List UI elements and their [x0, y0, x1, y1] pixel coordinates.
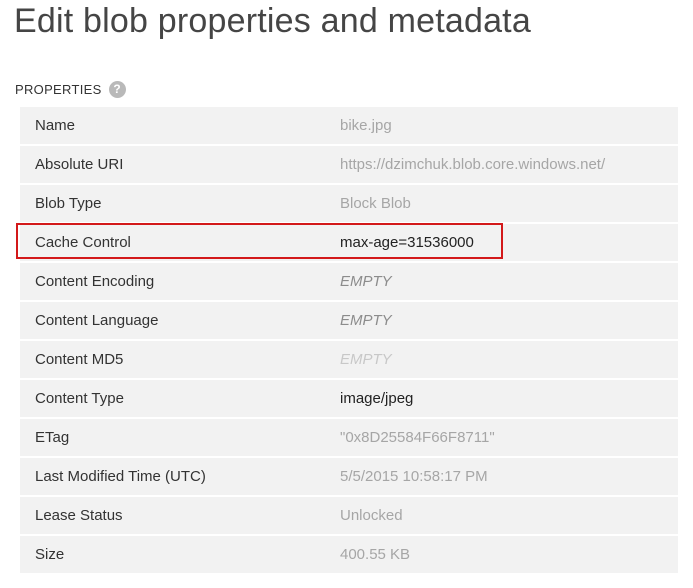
property-label: Lease Status — [35, 507, 123, 524]
properties-section-label: PROPERTIES — [15, 81, 102, 97]
property-label: Absolute URI — [35, 156, 124, 173]
edit-blob-page: Edit blob properties and metadata PROPER… — [0, 0, 693, 588]
properties-section-header: PROPERTIES ? — [15, 79, 126, 99]
property-label: Content Language — [35, 312, 159, 329]
property-row-last-modified: Last Modified Time (UTC) 5/5/2015 10:58:… — [20, 458, 678, 495]
property-label: Size — [35, 546, 65, 563]
property-row-content-type[interactable]: Content Type image/jpeg — [20, 380, 678, 417]
property-row-content-md5: Content MD5 EMPTY — [20, 341, 678, 378]
property-value: bike.jpg — [340, 117, 392, 134]
property-label: Last Modified Time (UTC) — [35, 468, 206, 485]
property-label: Blob Type — [35, 195, 102, 212]
property-row-lease-status: Lease Status Unlocked — [20, 497, 678, 534]
property-label: Content MD5 — [35, 351, 124, 368]
content-language-field[interactable]: EMPTY — [340, 312, 630, 329]
property-value: 5/5/2015 10:58:17 PM — [340, 468, 488, 485]
property-row-content-language[interactable]: Content Language EMPTY — [20, 302, 678, 339]
properties-table: Name bike.jpg Absolute URI https://dzimc… — [20, 107, 678, 575]
cache-control-field[interactable]: max-age=31536000 — [340, 234, 630, 251]
property-label: Cache Control — [35, 234, 131, 251]
question-mark-icon[interactable]: ? — [108, 80, 126, 98]
content-md5-field: EMPTY — [340, 351, 392, 368]
property-value: https://dzimchuk.blob.core.windows.net/ — [340, 156, 606, 173]
property-row-absolute-uri: Absolute URI https://dzimchuk.blob.core.… — [20, 146, 678, 183]
property-value: 400.55 KB — [340, 546, 411, 563]
property-label: Name — [35, 117, 76, 134]
property-row-blob-type: Blob Type Block Blob — [20, 185, 678, 222]
property-value: "0x8D25584F66F8711" — [340, 429, 495, 446]
property-label: ETag — [35, 429, 70, 446]
property-value: Block Blob — [340, 195, 411, 212]
page-title: Edit blob properties and metadata — [14, 2, 531, 40]
property-label: Content Type — [35, 390, 124, 407]
property-row-name: Name bike.jpg — [20, 107, 678, 144]
property-label: Content Encoding — [35, 273, 155, 290]
property-row-content-encoding[interactable]: Content Encoding EMPTY — [20, 263, 678, 300]
property-value: Unlocked — [340, 507, 403, 524]
content-encoding-field[interactable]: EMPTY — [340, 273, 630, 290]
content-type-field[interactable]: image/jpeg — [340, 390, 630, 407]
property-row-cache-control[interactable]: Cache Control max-age=31536000 — [20, 224, 678, 261]
property-row-size: Size 400.55 KB — [20, 536, 678, 573]
property-row-etag: ETag "0x8D25584F66F8711" — [20, 419, 678, 456]
